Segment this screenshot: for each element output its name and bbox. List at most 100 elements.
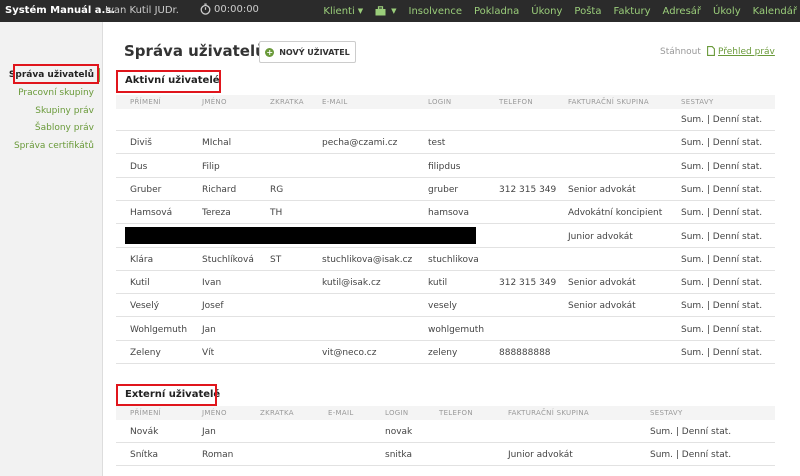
sidebar-item-pracovni-skupiny[interactable]: Pracovní skupiny bbox=[18, 88, 94, 98]
col-name[interactable]: JMÉNO bbox=[202, 98, 227, 106]
sidebar: Správa uživatelů Pracovní skupiny Skupin… bbox=[0, 22, 103, 476]
table-row[interactable]: Zeleny Vít vit@neco.cz zeleny 888888888 Sum. … bbox=[116, 341, 775, 364]
cell-reports[interactable]: Sum. | Denní stat. bbox=[681, 138, 762, 148]
cell-surname: Diviš bbox=[130, 138, 152, 149]
cell-login: kutil bbox=[428, 278, 448, 289]
table-row[interactable]: Junior advokát Sum. | Denní stat. bbox=[116, 225, 775, 248]
highlight-box bbox=[116, 384, 217, 406]
col-reports[interactable]: SESTAVY bbox=[650, 409, 683, 417]
col-surname[interactable]: PŘÍMENÍ bbox=[130, 409, 161, 417]
nav-faktury[interactable]: Faktury bbox=[607, 0, 656, 22]
cell-reports[interactable]: Sum. | Denní stat. bbox=[681, 255, 762, 265]
col-login[interactable]: LOGIN bbox=[385, 409, 408, 417]
cell-login: vesely bbox=[428, 301, 457, 312]
nav-pokladna[interactable]: Pokladna bbox=[468, 0, 525, 22]
col-surname[interactable]: PŘÍMENÍ bbox=[130, 98, 161, 106]
top-bar: Systém Manuál a.s. Ivan Kutil JUDr. 00:0… bbox=[0, 0, 800, 22]
cell-name: Ivan bbox=[202, 278, 222, 289]
cell-reports[interactable]: Sum. | Denní stat. bbox=[681, 325, 762, 335]
col-phone[interactable]: TELEFON bbox=[499, 98, 533, 106]
nav-posta[interactable]: Pošta bbox=[568, 0, 607, 22]
cell-name: MIchal bbox=[202, 138, 232, 149]
table-row[interactable]: Sum. | Denní stat. bbox=[116, 108, 775, 131]
col-phone[interactable]: TELEFON bbox=[439, 409, 473, 417]
table-row[interactable]: Novák Jan novak Sum. | Denní stat. bbox=[116, 420, 775, 443]
col-login[interactable]: LOGIN bbox=[428, 98, 451, 106]
cell-reports[interactable]: Sum. | Denní stat. bbox=[681, 278, 762, 288]
nav-klienti[interactable]: Klienti ▼ bbox=[317, 0, 369, 22]
cell-email: stuchlikova@isak.cz bbox=[322, 254, 413, 265]
sidebar-item-sablony-prav[interactable]: Šablony práv bbox=[35, 123, 94, 133]
cell-login: wohlgemuth bbox=[428, 324, 485, 335]
col-name[interactable]: JMÉNO bbox=[202, 409, 227, 417]
cell-abbr: TH bbox=[270, 208, 283, 219]
nav-briefcase[interactable]: ▼ bbox=[369, 0, 402, 22]
rights-overview-link[interactable]: Přehled práv bbox=[707, 46, 775, 57]
app-title[interactable]: Systém Manuál a.s. bbox=[5, 5, 115, 16]
highlight-box bbox=[116, 70, 221, 93]
table-row[interactable]: Hamsová Tereza TH hamsova Advokátní koncipie… bbox=[116, 201, 775, 225]
highlight-box bbox=[13, 64, 99, 84]
nav-ukony[interactable]: Úkony bbox=[525, 0, 568, 22]
table-header-external: PŘÍMENÍ JMÉNO ZKRATKA E-MAIL LOGIN TELEF… bbox=[116, 406, 775, 420]
table-row[interactable]: Wohlgemuth Jan wohlgemuth Sum. | Denní stat… bbox=[116, 318, 775, 341]
timer[interactable]: 00:00:00 bbox=[200, 3, 259, 15]
cell-reports[interactable]: Sum. | Denní stat. bbox=[681, 232, 762, 242]
cell-email: kutil@isak.cz bbox=[322, 278, 381, 289]
new-user-button[interactable]: + NOVÝ UŽIVATEL bbox=[259, 41, 356, 63]
cell-login: hamsova bbox=[428, 208, 470, 219]
cell-reports[interactable]: Sum. | Denní stat. bbox=[681, 162, 762, 172]
nav-adresar[interactable]: Adresář bbox=[657, 0, 708, 22]
cell-name: Roman bbox=[202, 450, 234, 460]
redacted-block bbox=[125, 226, 476, 244]
col-billing-group[interactable]: FAKTURAČNÍ SKUPINA bbox=[568, 98, 649, 106]
nav-insolvence[interactable]: Insolvence bbox=[403, 0, 468, 22]
cell-email: pecha@czami.cz bbox=[322, 138, 398, 149]
cell-reports[interactable]: Sum. | Denní stat. bbox=[650, 450, 731, 460]
page-title: Správa uživatelů bbox=[124, 42, 266, 60]
cell-reports[interactable]: Sum. | Denní stat. bbox=[681, 348, 762, 358]
col-email[interactable]: E-MAIL bbox=[322, 98, 348, 106]
cell-surname: Dus bbox=[130, 161, 148, 172]
table-row[interactable]: Snítka Roman snitka Junior advokát Sum. | De… bbox=[116, 443, 775, 466]
table-row[interactable]: Klára Stuchlíková ST stuchlikova@isak.cz stu… bbox=[116, 248, 775, 271]
table-row[interactable]: Gruber Richard RG gruber 312 315 349 Senior a… bbox=[116, 178, 775, 201]
briefcase-icon bbox=[375, 6, 386, 16]
sidebar-item-skupiny-prav[interactable]: Skupiny práv bbox=[35, 106, 94, 116]
cell-reports[interactable]: Sum. | Denní stat. bbox=[681, 185, 762, 195]
col-billing-group[interactable]: FAKTURAČNÍ SKUPINA bbox=[508, 409, 589, 417]
cell-name: Tereza bbox=[202, 208, 231, 219]
cell-phone: 888888888 bbox=[499, 348, 551, 358]
col-email[interactable]: E-MAIL bbox=[328, 409, 354, 417]
cell-surname: Novák bbox=[130, 427, 159, 437]
table-row[interactable]: Veselý Josef vesely Senior advokát Sum. | De… bbox=[116, 294, 775, 318]
nav-kalendar[interactable]: Kalendář bbox=[747, 0, 800, 22]
sidebar-item-sprava-certifikatu[interactable]: Správa certifikátů bbox=[14, 141, 94, 151]
table-row[interactable]: Kutil Ivan kutil@isak.cz kutil 312 315 349 Se… bbox=[116, 271, 775, 295]
cell-reports[interactable]: Sum. | Denní stat. bbox=[681, 115, 762, 125]
table-row[interactable]: Diviš MIchal pecha@czami.cz test Sum. | Denn… bbox=[116, 131, 775, 155]
cell-group: Senior advokát bbox=[568, 301, 636, 312]
cell-name: Richard bbox=[202, 184, 237, 195]
cell-name: Josef bbox=[202, 301, 224, 312]
cell-reports[interactable]: Sum. | Denní stat. bbox=[681, 208, 762, 218]
table-row[interactable]: Dus Filip filipdus Sum. | Denní stat. bbox=[116, 155, 775, 178]
cell-email: vit@neco.cz bbox=[322, 348, 377, 358]
chevron-down-icon: ▼ bbox=[391, 7, 397, 15]
nav-ukoly[interactable]: Úkoly bbox=[707, 0, 747, 22]
cell-surname: Veselý bbox=[130, 301, 160, 312]
col-abbr[interactable]: ZKRATKA bbox=[260, 409, 294, 417]
cell-name: Vít bbox=[202, 348, 215, 358]
cell-reports[interactable]: Sum. | Denní stat. bbox=[681, 301, 762, 311]
cell-group: Junior advokát bbox=[568, 231, 633, 242]
cell-login: zeleny bbox=[428, 348, 458, 358]
current-user[interactable]: Ivan Kutil JUDr. bbox=[105, 5, 179, 16]
cell-surname: Snítka bbox=[130, 450, 159, 460]
col-reports[interactable]: SESTAVY bbox=[681, 98, 714, 106]
cell-reports[interactable]: Sum. | Denní stat. bbox=[650, 427, 731, 437]
col-abbr[interactable]: ZKRATKA bbox=[270, 98, 304, 106]
cell-login: stuchlikova bbox=[428, 254, 479, 265]
download-link[interactable]: Stáhnout bbox=[660, 47, 701, 57]
cell-surname: Kutil bbox=[130, 278, 150, 289]
cell-surname: Klára bbox=[130, 254, 154, 265]
